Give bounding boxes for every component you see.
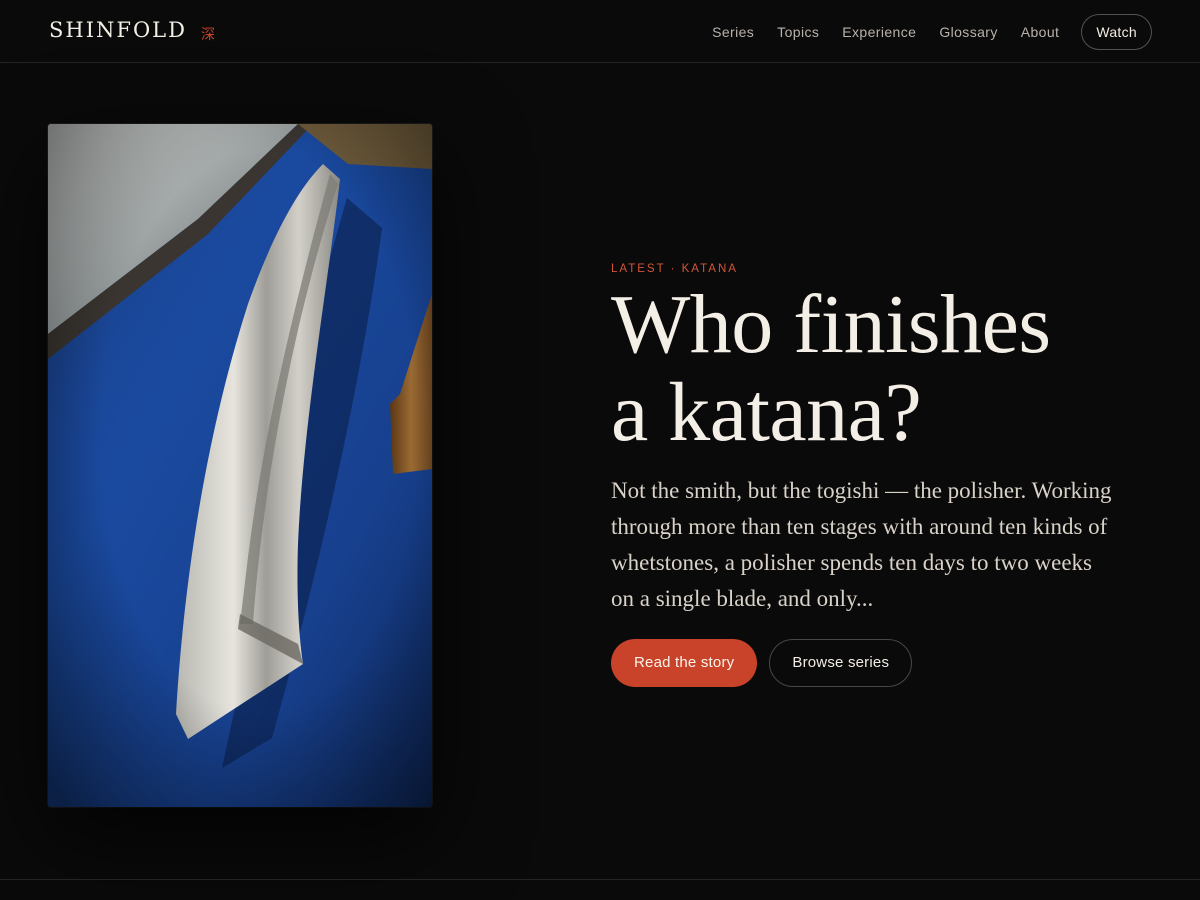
brand-name: SHINFOLD bbox=[49, 18, 187, 42]
hero-lede: Not the smith, but the togishi — the pol… bbox=[611, 478, 1112, 611]
read-the-story-button[interactable]: Read the story bbox=[611, 639, 758, 687]
nav-item-topics[interactable]: Topics bbox=[777, 14, 819, 50]
section-divider bbox=[0, 879, 1200, 880]
nav-item-experience[interactable]: Experience bbox=[842, 14, 916, 50]
nav-item-about[interactable]: About bbox=[1021, 14, 1060, 50]
brand-logo[interactable]: SHINFOLD 深 bbox=[49, 18, 215, 43]
nav-item-glossary[interactable]: Glossary bbox=[939, 14, 997, 50]
main-nav: Series Topics Experience Glossary About … bbox=[712, 14, 1152, 50]
site-header: SHINFOLD 深 Series Topics Experience Glos… bbox=[0, 0, 1200, 63]
hero-eyebrow: LATEST · KATANA bbox=[611, 263, 738, 275]
hero-headline: Who finishes a katana? bbox=[611, 281, 1131, 457]
brand-kanji-mark: 深 bbox=[200, 27, 215, 43]
watch-button[interactable]: Watch bbox=[1081, 14, 1152, 50]
nav-item-series[interactable]: Series bbox=[712, 14, 754, 50]
hero-headline-line-2: a katana? bbox=[611, 366, 922, 459]
hero-text: LATEST · KATANA Who finishes a katana? N… bbox=[611, 263, 1131, 687]
hero-cta-row: Read the story Browse series bbox=[611, 639, 1131, 687]
hero-image-katana-blade bbox=[48, 124, 432, 807]
hero-headline-line-1: Who finishes bbox=[611, 278, 1051, 371]
browse-series-button[interactable]: Browse series bbox=[769, 639, 913, 687]
